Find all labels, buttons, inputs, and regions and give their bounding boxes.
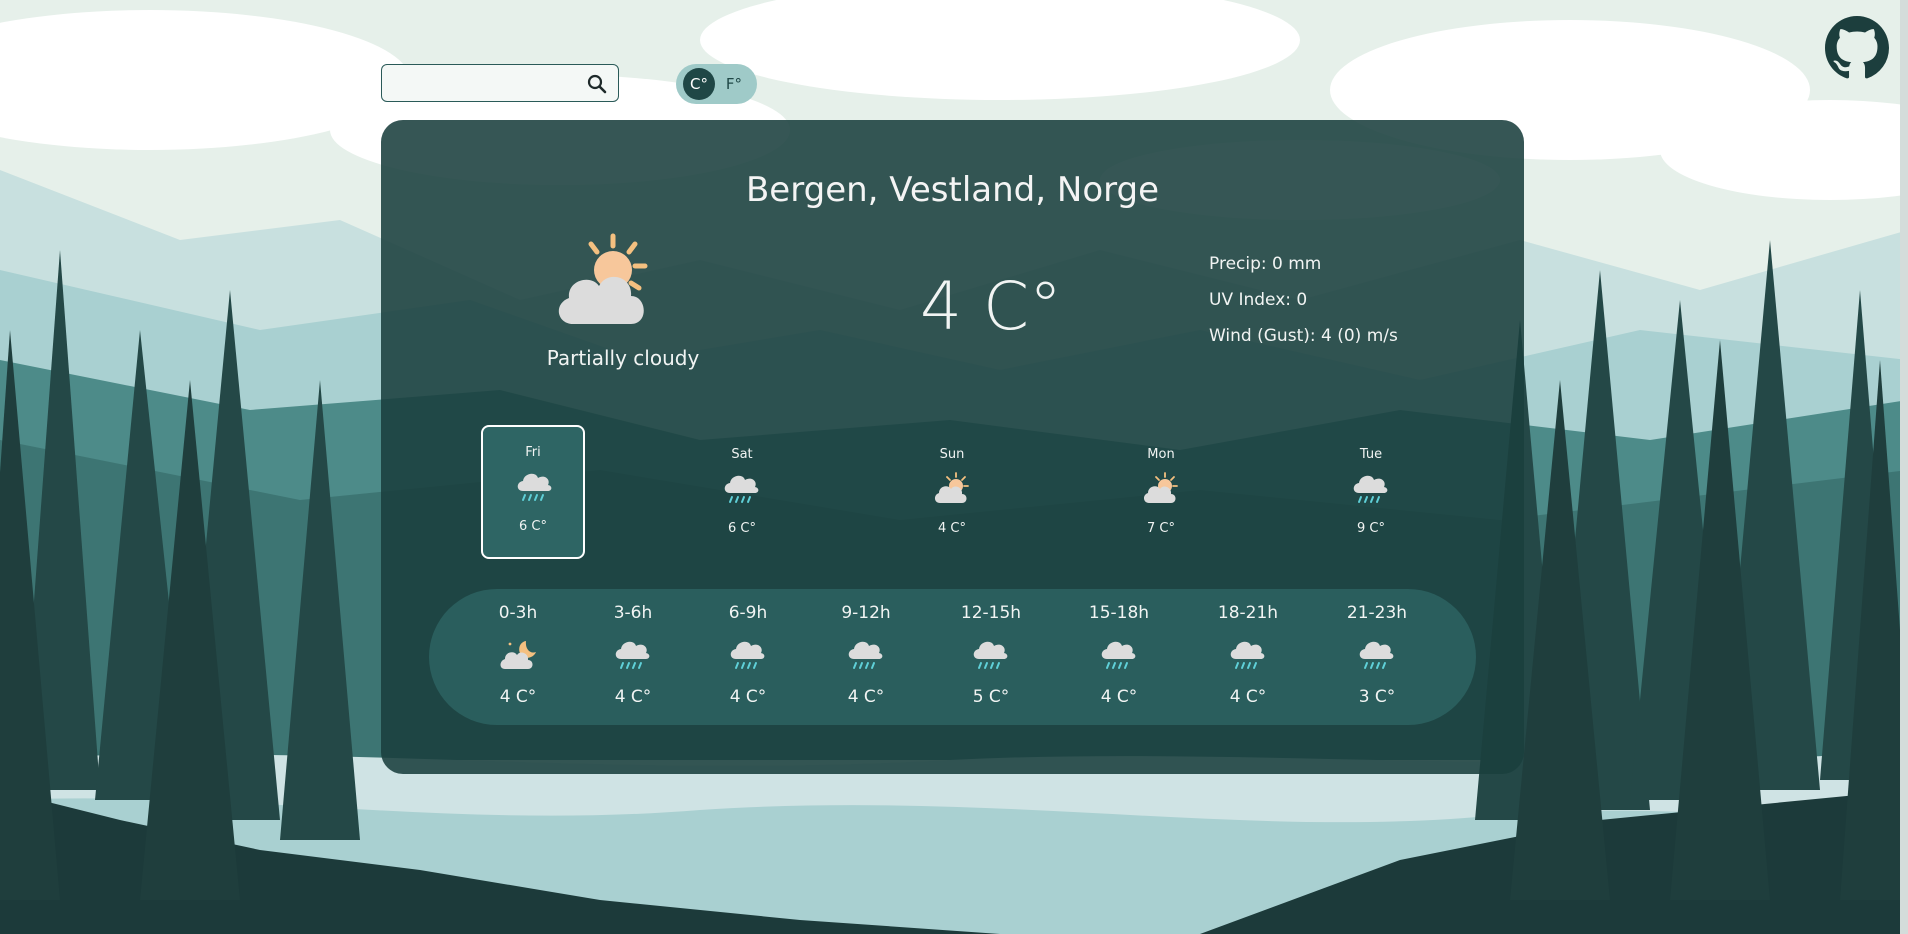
hour-slot: 12-15h 5 C° [936, 589, 1046, 725]
day-name: Mon [1147, 447, 1175, 462]
hourly-forecast: 0-3h 4 C° 3-6h 4 C° 6-9h 4 C° 9-12h 4 C°… [429, 589, 1476, 725]
uv-index-stat: UV Index: 0 [1209, 290, 1308, 310]
precip-stat: Precip: 0 mm [1209, 254, 1322, 274]
day-card-fri[interactable]: Fri 6 C° [481, 425, 585, 559]
rain-icon [973, 641, 1008, 669]
hour-slot: 0-3h 4 C° [463, 589, 573, 725]
day-card-mon[interactable]: Mon 7 C° [1109, 425, 1213, 559]
rain-icon [1359, 641, 1394, 669]
hour-label: 6-9h [728, 603, 768, 623]
day-temp: 9 C° [1357, 521, 1385, 536]
hour-slot: 18-21h 4 C° [1193, 589, 1303, 725]
rain-icon [1353, 475, 1388, 503]
rain-icon [730, 641, 765, 669]
hour-slot: 9-12h 4 C° [811, 589, 921, 725]
rain-icon [615, 641, 650, 669]
search-box [381, 64, 619, 102]
hour-label: 9-12h [841, 603, 891, 623]
hour-temp: 4 C° [1229, 687, 1267, 707]
hour-label: 12-15h [960, 603, 1022, 623]
search-input[interactable] [390, 71, 574, 97]
night-cloudy-icon [500, 641, 536, 669]
day-card-sun[interactable]: Sun 4 C° [900, 425, 1004, 559]
day-card-tue[interactable]: Tue 9 C° [1319, 425, 1423, 559]
hour-temp: 5 C° [972, 687, 1010, 707]
weather-card: Bergen, Vestland, Norge Partially cloudy… [381, 120, 1524, 774]
day-name: Sun [939, 447, 965, 462]
rain-icon [848, 641, 883, 669]
hour-label: 21-23h [1346, 603, 1408, 623]
hour-slot: 6-9h 4 C° [693, 589, 803, 725]
rain-icon [517, 473, 552, 501]
partly-cloudy-icon [558, 233, 648, 324]
github-icon [1825, 16, 1889, 79]
hour-slot: 21-23h 3 C° [1322, 589, 1432, 725]
day-card-sat[interactable]: Sat 6 C° [690, 425, 794, 559]
celsius-button[interactable]: C° [683, 68, 715, 100]
partly-cloudy-icon [1143, 472, 1178, 503]
day-temp: 6 C° [728, 521, 756, 536]
current-temperature: 4 C° [919, 268, 1063, 345]
location-title: Bergen, Vestland, Norge [745, 170, 1159, 210]
page-scrollbar[interactable] [1900, 0, 1908, 934]
day-temp: 7 C° [1147, 521, 1175, 536]
current-condition: Partially cloudy [546, 346, 700, 370]
hour-temp: 4 C° [614, 687, 652, 707]
search-button[interactable] [586, 73, 608, 95]
hour-label: 18-21h [1217, 603, 1279, 623]
day-name: Fri [525, 445, 541, 460]
hour-temp: 3 C° [1358, 687, 1396, 707]
day-temp: 4 C° [938, 521, 966, 536]
partly-cloudy-icon [934, 472, 969, 503]
hour-label: 0-3h [498, 603, 538, 623]
wind-stat: Wind (Gust): 4 (0) m/s [1209, 326, 1398, 346]
day-name: Sat [731, 447, 753, 462]
fahrenheit-button[interactable]: F° [718, 68, 750, 100]
hour-label: 15-18h [1088, 603, 1150, 623]
github-link[interactable] [1825, 16, 1889, 80]
rain-icon [724, 475, 759, 503]
day-temp: 6 C° [519, 519, 547, 534]
rain-icon [1101, 641, 1136, 669]
rain-icon [1230, 641, 1265, 669]
hour-temp: 4 C° [499, 687, 537, 707]
hour-slot: 3-6h 4 C° [578, 589, 688, 725]
hour-label: 3-6h [613, 603, 653, 623]
hour-temp: 4 C° [729, 687, 767, 707]
search-icon [587, 74, 607, 94]
hour-temp: 4 C° [1100, 687, 1138, 707]
hour-temp: 4 C° [847, 687, 885, 707]
day-name: Tue [1359, 447, 1383, 462]
unit-toggle: C° F° [676, 64, 757, 104]
hour-slot: 15-18h 4 C° [1064, 589, 1174, 725]
